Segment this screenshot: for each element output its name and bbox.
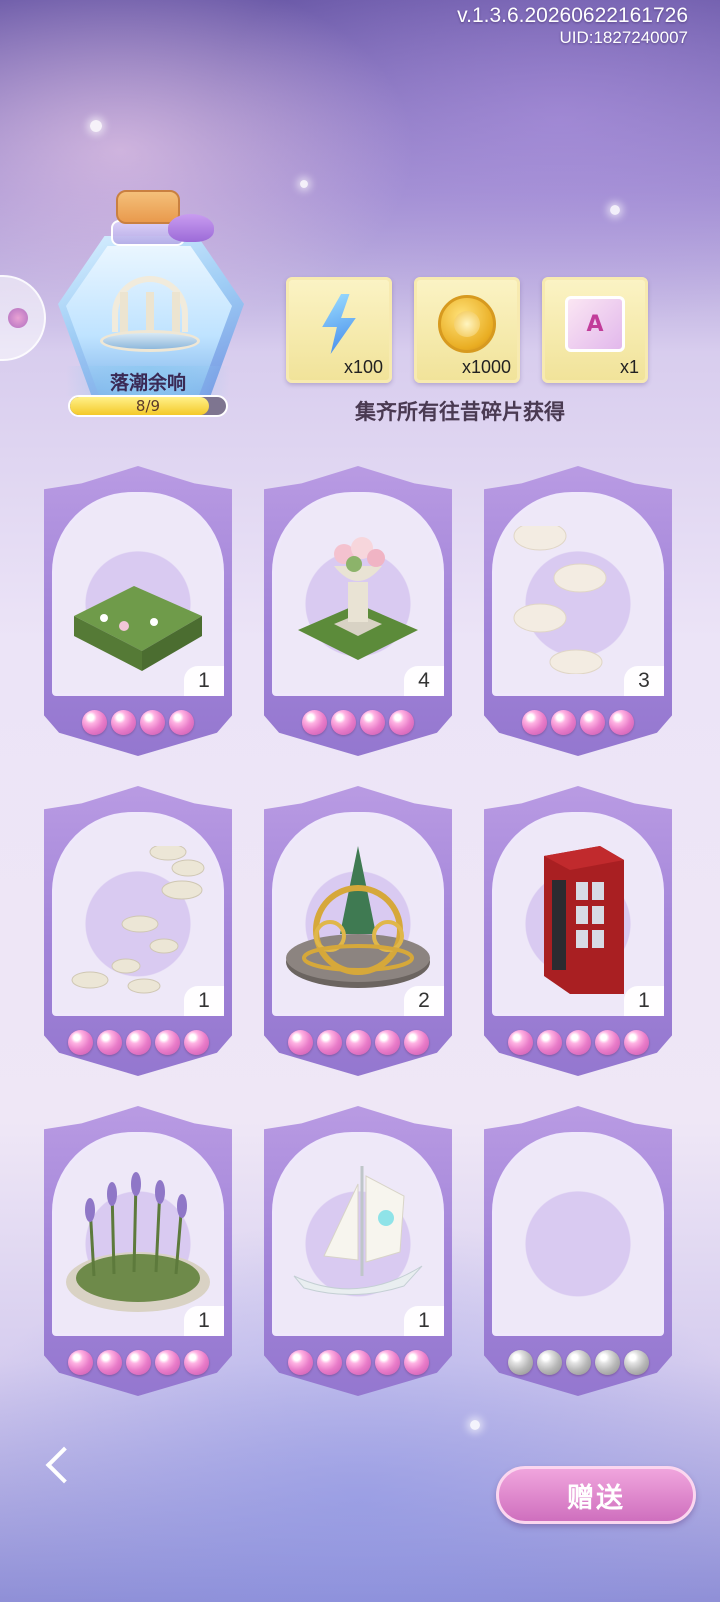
rewards-caption: 集齐所有往昔碎片获得 <box>355 399 565 424</box>
pearl-icon <box>507 1350 533 1375</box>
pearl-icon <box>140 710 165 735</box>
chevron-left-icon <box>45 1446 83 1484</box>
fragment-card[interactable]: 1 <box>264 1106 452 1396</box>
fragment-card[interactable]: 1 <box>44 786 232 1076</box>
card-book-icon: A <box>565 296 625 352</box>
pearl-icon <box>125 1350 151 1375</box>
pearl-icon <box>389 710 414 735</box>
reward-coin[interactable]: x1000 <box>414 277 520 383</box>
fragment-card[interactable]: 1 <box>44 1106 232 1396</box>
fragment-card[interactable]: 1 <box>484 786 672 1076</box>
pearl-icon <box>316 1350 342 1375</box>
version-label: v.1.3.6.20260622161726 <box>457 4 688 27</box>
pearl-icon <box>522 710 547 735</box>
collection-name: 落潮余响 <box>66 366 230 396</box>
lavender-bed-icon <box>64 1166 212 1314</box>
rarity-pearls <box>484 1350 672 1375</box>
pearl-icon <box>287 1030 313 1055</box>
fragment-count: 1 <box>404 1306 444 1336</box>
pearl-icon <box>96 1030 122 1055</box>
pearl-icon <box>154 1030 180 1055</box>
energy-bolt-icon <box>322 294 356 354</box>
reward-count: x1 <box>619 357 639 377</box>
rarity-pearls <box>484 710 672 735</box>
pearl-icon <box>316 1030 342 1055</box>
pearl-icon <box>623 1030 649 1055</box>
rarity-pearls <box>264 1350 452 1375</box>
pearl-icon <box>82 710 107 735</box>
pearl-icon <box>345 1350 371 1375</box>
pearl-icon <box>331 710 356 735</box>
fragment-card[interactable]: 1 <box>44 466 232 756</box>
stone-path-icon <box>64 843 212 994</box>
pearl-icon <box>623 1350 649 1375</box>
pearl-icon <box>565 1030 591 1055</box>
pearl-icon <box>287 1350 313 1375</box>
pearl-icon <box>183 1350 209 1375</box>
pearl-icon <box>403 1350 429 1375</box>
fragment-count: 1 <box>184 986 224 1016</box>
collection-progress-text: 8/9 <box>135 397 161 415</box>
reward-energy[interactable]: x100 <box>286 277 392 383</box>
telephone-booth-icon <box>504 846 652 994</box>
pearl-icon <box>67 1030 93 1055</box>
fragment-count: 3 <box>624 666 664 696</box>
pearl-icon <box>96 1350 122 1375</box>
pearl-icon <box>169 710 194 735</box>
sailing-ship-icon <box>284 1166 432 1314</box>
pearl-icon <box>580 710 605 735</box>
side-tab-button[interactable] <box>0 275 46 361</box>
fragment-count: 1 <box>624 986 664 1016</box>
pearl-icon <box>345 1030 371 1055</box>
empty-slot <box>504 1166 652 1314</box>
fragment-card[interactable]: 3 <box>484 466 672 756</box>
pearl-icon <box>154 1350 180 1375</box>
flower-urn-pedestal-icon <box>284 526 432 674</box>
pearl-icon <box>609 710 634 735</box>
fragment-card[interactable]: 4 <box>264 466 452 756</box>
pearl-icon <box>374 1030 400 1055</box>
fountain-icon <box>100 276 200 356</box>
rarity-pearls <box>264 1030 452 1055</box>
reward-book[interactable]: A x1 <box>542 277 648 383</box>
pearl-icon <box>111 710 136 735</box>
bottle-cork <box>116 190 180 224</box>
hedge-garden-icon <box>64 526 212 674</box>
pearl-icon <box>551 710 576 735</box>
fragment-count: 1 <box>184 666 224 696</box>
pearl-icon <box>183 1030 209 1055</box>
pearl-icon <box>125 1030 151 1055</box>
rarity-pearls <box>484 1030 672 1055</box>
fragment-count: 4 <box>404 666 444 696</box>
clockwork-carousel-icon <box>284 846 432 994</box>
fragment-card[interactable] <box>484 1106 672 1396</box>
round-stepping-stones-icon <box>504 521 652 675</box>
bottle-bow <box>168 214 214 242</box>
gold-coin-icon <box>438 295 496 353</box>
pearl-icon <box>594 1350 620 1375</box>
rarity-pearls <box>44 1030 232 1055</box>
pearl-icon <box>536 1350 562 1375</box>
pearl-icon <box>565 1350 591 1375</box>
reward-count: x100 <box>343 357 383 377</box>
uid-label: UID:1827240007 <box>559 28 688 47</box>
back-button[interactable] <box>24 1430 94 1500</box>
reward-count: x1000 <box>461 357 511 377</box>
pearl-icon <box>360 710 385 735</box>
pearl-icon <box>302 710 327 735</box>
rarity-pearls <box>264 710 452 735</box>
rarity-pearls <box>44 1350 232 1375</box>
pearl-icon <box>507 1030 533 1055</box>
pearl-icon <box>403 1030 429 1055</box>
pearl-icon <box>67 1350 93 1375</box>
pearl-icon <box>374 1350 400 1375</box>
fragment-count: 2 <box>404 986 444 1016</box>
fragment-count: 1 <box>184 1306 224 1336</box>
pearl-icon <box>594 1030 620 1055</box>
pearl-icon <box>536 1030 562 1055</box>
flower-petal-icon <box>8 308 28 328</box>
rarity-pearls <box>44 710 232 735</box>
gift-button[interactable]: 赠送 <box>496 1466 696 1524</box>
fragment-card[interactable]: 2 <box>264 786 452 1076</box>
